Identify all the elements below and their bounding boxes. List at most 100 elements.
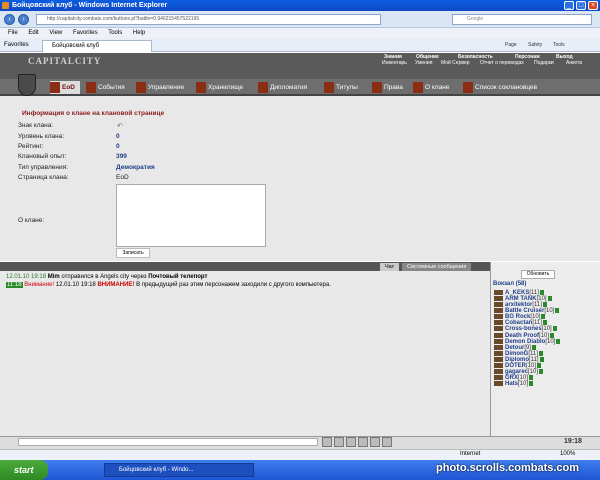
clan-exp-label: Клановый опыт: (18, 153, 67, 160)
menu-edit[interactable]: Edit (28, 30, 38, 36)
info-icon (556, 338, 561, 344)
sub-menu-gifts[interactable]: Подарки (534, 60, 554, 66)
tools-menu[interactable]: Tools (553, 40, 565, 51)
chat-input[interactable] (18, 438, 318, 446)
align-icon (494, 356, 503, 362)
info-icon (538, 350, 543, 356)
maximize-button[interactable]: □ (576, 1, 586, 10)
browser-tab[interactable]: Бойцовский клуб (42, 40, 152, 52)
align-icon (494, 326, 503, 332)
menu-help[interactable]: Help (133, 30, 145, 36)
align-icon (494, 369, 503, 375)
chat-tool-4-icon[interactable] (358, 437, 368, 447)
info-icon (550, 332, 555, 338)
info-icon (552, 326, 557, 332)
menu-tools[interactable]: Tools (108, 30, 122, 36)
minimize-button[interactable]: _ (564, 1, 574, 10)
zoom-level[interactable]: 100% (560, 449, 575, 460)
about-clan-label: О клане: (18, 217, 45, 224)
list-item[interactable]: Death Proof[10] (494, 332, 560, 339)
info-icon (539, 369, 544, 375)
info-icon (532, 344, 537, 350)
clan-icon (50, 82, 60, 93)
info-icon (539, 356, 544, 362)
menu-bar: File Edit View Favorites Tools Help (0, 28, 600, 38)
safety-menu[interactable]: Safety (528, 40, 542, 51)
close-button[interactable]: × (588, 1, 598, 10)
titles-icon (324, 82, 334, 93)
location-name: Вокзал (58) (493, 281, 527, 287)
chat-tool-3-icon[interactable] (346, 437, 356, 447)
storage-icon (196, 82, 206, 93)
info-icon (542, 302, 547, 308)
tab-about-clan[interactable]: О клане (413, 81, 457, 94)
tab-chat[interactable]: Чат (380, 263, 400, 271)
window-title: Бойцовский клуб - Windows Internet Explo… (12, 2, 168, 9)
search-input[interactable]: Google (452, 14, 592, 25)
align-icon (494, 381, 503, 387)
info-icon (537, 362, 542, 368)
tab-titles[interactable]: Титулы (324, 81, 364, 94)
align-icon (494, 320, 503, 326)
list-item[interactable]: Demon Diablo[10] (494, 338, 561, 345)
chat-message-2: 11:18 Внимание! 12.01.10 19:18 ВНИМАНИЕ!… (6, 282, 331, 288)
start-button[interactable]: start (0, 460, 48, 480)
menu-favorites[interactable]: Favorites (73, 30, 98, 36)
clan-exp-value: 399 (116, 153, 127, 160)
url-input[interactable]: http://capitalcity.combats.com/buttons.p… (36, 14, 381, 25)
chat-username[interactable]: Mim (48, 274, 60, 280)
chat-tool-2-icon[interactable] (334, 437, 344, 447)
save-button[interactable]: Записать (116, 248, 150, 258)
rights-icon (372, 82, 382, 93)
info-icon (529, 375, 534, 381)
back-icon[interactable]: ‹ (4, 14, 15, 25)
info-icon (555, 308, 560, 314)
taskbar-item[interactable]: Бойцовский клуб - Windo... (104, 463, 254, 477)
status-bar (0, 449, 600, 460)
page-menu[interactable]: Page (505, 40, 517, 51)
tab-member-list[interactable]: Список соклановцев (463, 81, 549, 94)
info-icon (529, 381, 534, 387)
tab-storage[interactable]: Хранилище (196, 81, 252, 94)
forward-icon[interactable]: › (18, 14, 29, 25)
game-clock: 19:18 (564, 438, 582, 445)
clan-level-value: 0 (116, 133, 120, 140)
about-clan-textarea[interactable] (116, 184, 266, 247)
chat-tool-1-icon[interactable] (322, 437, 332, 447)
tab-diplomacy[interactable]: Дипломатия (258, 81, 320, 94)
chat-log (0, 271, 490, 436)
align-icon (494, 375, 503, 381)
chat-tool-6-icon[interactable] (382, 437, 392, 447)
diplomacy-icon (258, 82, 268, 93)
rating-value: 0 (116, 143, 120, 150)
favorites-button[interactable]: Favorites (0, 42, 29, 48)
sub-menu-skills[interactable]: Умения (415, 60, 432, 66)
menu-file[interactable]: File (8, 30, 18, 36)
sub-menu-server[interactable]: Мой Сервер (441, 60, 470, 66)
menu-view[interactable]: View (49, 30, 62, 36)
tab-events[interactable]: События (86, 81, 132, 94)
sub-menu-profile[interactable]: Анкета (566, 60, 582, 66)
sub-menu-inventory[interactable]: Инвентарь (382, 60, 407, 66)
align-icon (494, 338, 503, 344)
rating-label: Рейтинг: (18, 143, 44, 150)
clan-sign-label: Знак клана: (18, 122, 54, 129)
align-icon (494, 296, 503, 302)
game-logo: CAPITALCITY (28, 56, 102, 66)
clan-shield-icon (18, 74, 36, 96)
clan-page-value: EoD (116, 174, 129, 181)
management-icon (136, 82, 146, 93)
clan-level-label: Уровень клана: (18, 133, 65, 140)
ie-icon (2, 2, 9, 9)
chat-message-1: 12.01.10 19:18 Mim отправился в Angels c… (6, 274, 208, 280)
security-zone: Internet (460, 451, 481, 457)
tab-system-messages[interactable]: Системные сообщения (402, 263, 472, 271)
tab-management[interactable]: Управление (136, 81, 190, 94)
sub-menu-transfers[interactable]: Отчет о переводах (480, 60, 524, 66)
tab-eod[interactable]: EoD (50, 81, 80, 94)
align-icon (494, 332, 503, 338)
tab-rights[interactable]: Права (372, 81, 406, 94)
list-item[interactable]: Hats[10] (494, 381, 560, 387)
chat-tool-5-icon[interactable] (370, 437, 380, 447)
refresh-button[interactable]: Обновить (521, 270, 555, 279)
